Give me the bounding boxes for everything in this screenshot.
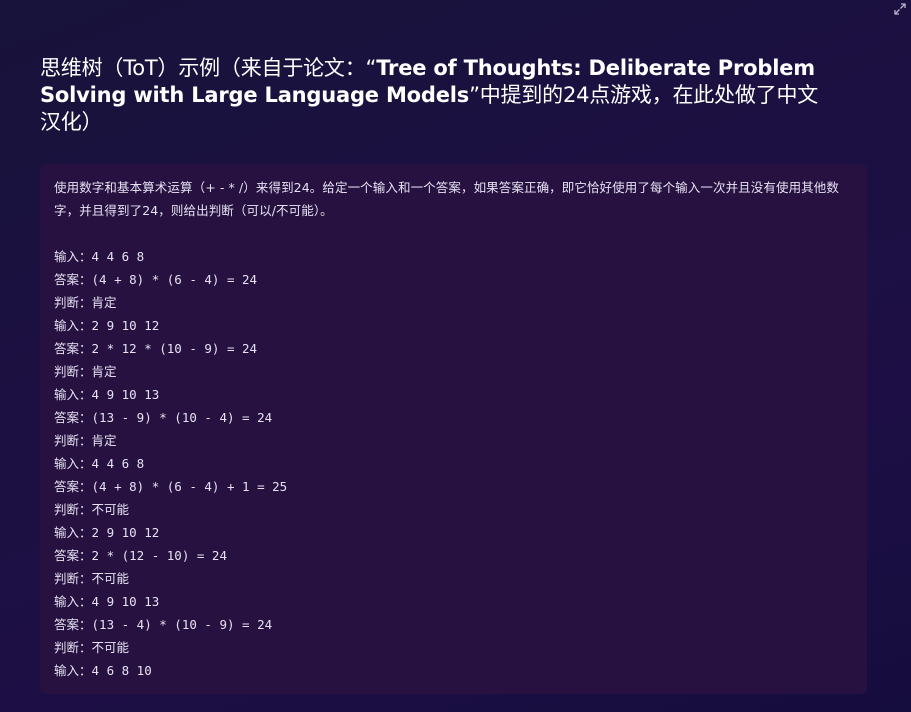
line-value: 2 9 10 12 bbox=[91, 525, 160, 540]
line-label: 输入： bbox=[54, 525, 92, 540]
line-value: 不可能 bbox=[91, 571, 130, 586]
example-line: 答案：(13 - 9) * (10 - 4) = 24 bbox=[54, 406, 853, 429]
line-value: 4 4 6 8 bbox=[91, 456, 145, 471]
example-line: 判断：不可能 bbox=[54, 498, 853, 521]
line-label: 输入： bbox=[54, 663, 92, 678]
example-line: 答案：2 * 12 * (10 - 9) = 24 bbox=[54, 337, 853, 360]
line-value: 2 9 10 12 bbox=[91, 318, 160, 333]
line-label: 答案： bbox=[54, 272, 92, 287]
example-line: 输入：4 4 6 8 bbox=[54, 245, 853, 268]
line-label: 输入： bbox=[54, 249, 92, 264]
line-label: 判断： bbox=[54, 571, 92, 586]
line-label: 判断： bbox=[54, 433, 92, 448]
line-label: 输入： bbox=[54, 387, 92, 402]
example-line: 判断：肯定 bbox=[54, 291, 853, 314]
title-prefix: 思维树（ToT）示例（来自于论文：“ bbox=[40, 56, 377, 80]
line-label: 判断： bbox=[54, 640, 92, 655]
example-line: 输入：4 6 8 10 bbox=[54, 659, 853, 682]
line-label: 判断： bbox=[54, 364, 92, 379]
line-value: 2 * 12 * (10 - 9) = 24 bbox=[91, 341, 258, 356]
example-line: 判断：不可能 bbox=[54, 636, 853, 659]
example-line: 输入：2 9 10 12 bbox=[54, 521, 853, 544]
prompt-box: 使用数字和基本算术运算（+ - * /）来得到24。给定一个输入和一个答案，如果… bbox=[40, 164, 867, 694]
example-line: 输入：4 9 10 13 bbox=[54, 383, 853, 406]
line-value: 4 6 8 10 bbox=[91, 663, 152, 678]
example-line: 答案：(13 - 4) * (10 - 9) = 24 bbox=[54, 613, 853, 636]
line-value: (4 + 8) * (6 - 4) + 1 = 25 bbox=[91, 479, 288, 494]
line-label: 答案： bbox=[54, 479, 92, 494]
line-label: 答案： bbox=[54, 410, 92, 425]
prompt-instruction: 使用数字和基本算术运算（+ - * /）来得到24。给定一个输入和一个答案，如果… bbox=[54, 180, 839, 218]
line-value: 4 4 6 8 bbox=[91, 249, 145, 264]
prompt-examples: 输入：4 4 6 8 答案：(4 + 8) * (6 - 4) = 24 判断：肯定… bbox=[54, 245, 853, 682]
line-value: (4 + 8) * (6 - 4) = 24 bbox=[91, 272, 258, 287]
example-line: 输入：2 9 10 12 bbox=[54, 314, 853, 337]
line-label: 输入： bbox=[54, 456, 92, 471]
example-line: 答案：(4 + 8) * (6 - 4) + 1 = 25 bbox=[54, 475, 853, 498]
line-label: 答案： bbox=[54, 548, 92, 563]
line-value: 不可能 bbox=[91, 640, 130, 655]
line-value: 肯定 bbox=[91, 433, 117, 448]
line-value: 2 * (12 - 10) = 24 bbox=[91, 548, 227, 563]
line-value: 肯定 bbox=[91, 364, 117, 379]
example-line: 判断：肯定 bbox=[54, 429, 853, 452]
example-line: 输入：4 4 6 8 bbox=[54, 452, 853, 475]
line-label: 答案： bbox=[54, 617, 92, 632]
line-value: 4 9 10 13 bbox=[91, 387, 160, 402]
line-value: (13 - 9) * (10 - 4) = 24 bbox=[91, 410, 273, 425]
example-line: 判断：肯定 bbox=[54, 360, 853, 383]
example-line: 答案：2 * (12 - 10) = 24 bbox=[54, 544, 853, 567]
example-line: 输入：4 9 10 13 bbox=[54, 590, 853, 613]
line-value: 不可能 bbox=[91, 502, 130, 517]
line-value: 4 9 10 13 bbox=[91, 594, 160, 609]
line-label: 输入： bbox=[54, 318, 92, 333]
line-value: (13 - 4) * (10 - 9) = 24 bbox=[91, 617, 273, 632]
example-line: 答案：(4 + 8) * (6 - 4) = 24 bbox=[54, 268, 853, 291]
expand-icon[interactable] bbox=[894, 3, 906, 15]
line-label: 判断： bbox=[54, 295, 92, 310]
line-label: 判断： bbox=[54, 502, 92, 517]
example-line: 判断：不可能 bbox=[54, 567, 853, 590]
line-label: 答案： bbox=[54, 341, 92, 356]
line-value: 肯定 bbox=[91, 295, 117, 310]
page-title: 思维树（ToT）示例（来自于论文：“Tree of Thoughts: Deli… bbox=[40, 55, 830, 136]
line-label: 输入： bbox=[54, 594, 92, 609]
